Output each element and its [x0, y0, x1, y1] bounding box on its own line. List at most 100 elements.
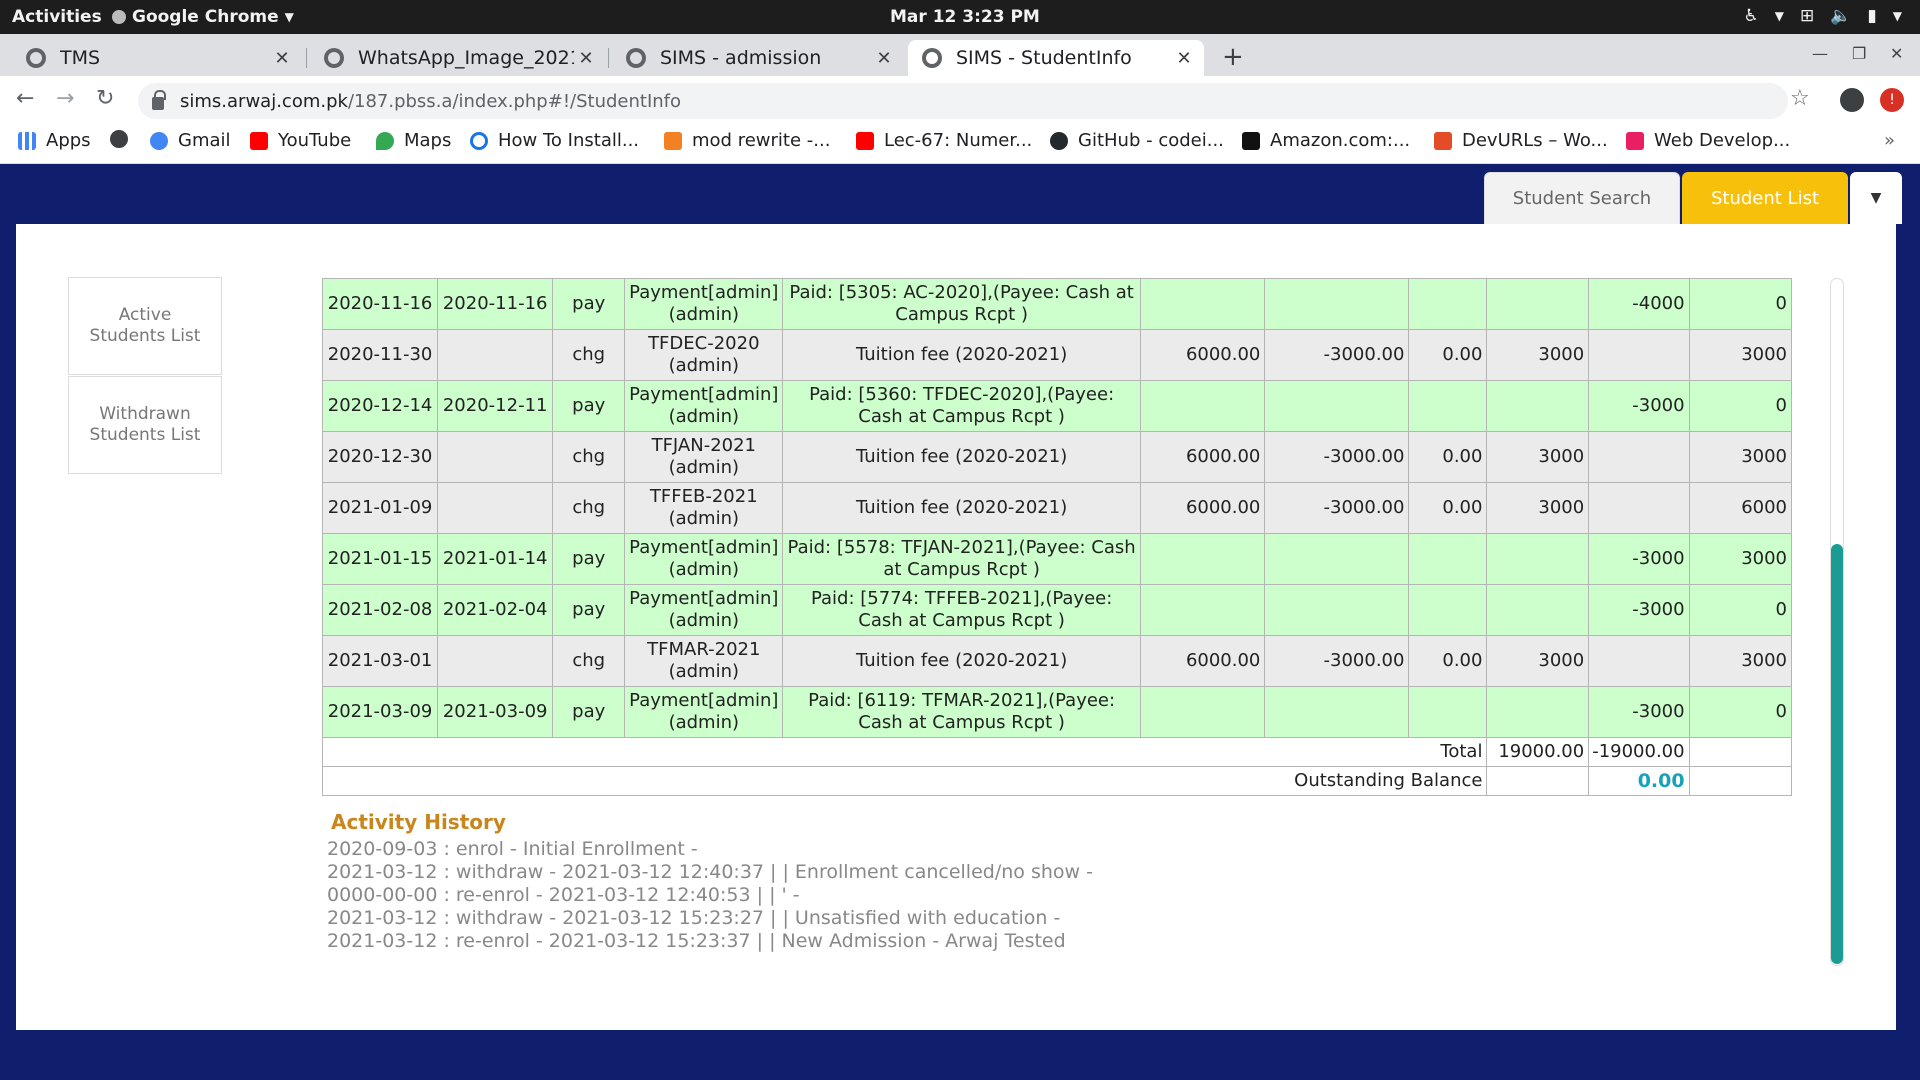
new-tab-button[interactable]: + — [1222, 42, 1244, 72]
bookmark-mod-rewrite[interactable]: mod rewrite -... — [664, 130, 830, 151]
chevron-down-icon: ▼ — [1774, 9, 1784, 23]
chevron-down-icon[interactable]: ▼ — [1850, 172, 1902, 224]
activity-item: 2021-03-12 : withdraw - 2021-03-12 15:23… — [327, 907, 1061, 929]
ledger-cell-adj: 0.00 — [1408, 431, 1488, 483]
address-bar[interactable]: sims.arwaj.com.pk/187.pbss.a/index.php#!… — [138, 83, 1788, 119]
tab-title: WhatsApp_Image_2021-0 — [358, 47, 574, 69]
close-icon[interactable]: ✕ — [574, 48, 598, 69]
bookmark-youtube[interactable]: YouTube — [250, 130, 351, 151]
restore-window-icon[interactable]: ❐ — [1852, 44, 1866, 63]
ledger-cell-net: 3000 — [1486, 329, 1590, 381]
bookmark-apps[interactable]: Apps — [18, 130, 91, 151]
youtube-icon — [856, 131, 874, 150]
app-menu[interactable]: Google Chrome ▼ — [112, 7, 294, 27]
bookmark-label: Lec-67: Numer... — [884, 130, 1033, 151]
ledger-cell-date: 2021-03-01 — [321, 635, 439, 687]
tab-whatsapp-image[interactable]: WhatsApp_Image_2021-0 ✕ — [310, 40, 606, 76]
tab-title: TMS — [60, 47, 101, 69]
ledger-row: 2020-12-30 chg TFJAN-2021 (admin) Tuition f… — [321, 431, 1793, 483]
url-path: /187.pbss.a/index.php#!/StudentInfo — [347, 90, 682, 112]
ledger-cell-adj — [1408, 278, 1488, 330]
ledger-cell-discount: -3000.00 — [1264, 329, 1410, 381]
ledger-cell-net — [1486, 686, 1590, 738]
minimize-window-icon[interactable]: — — [1812, 44, 1828, 63]
close-icon[interactable]: ✕ — [1172, 48, 1196, 69]
active-students-list-button[interactable]: Active Students List — [68, 277, 222, 375]
bookmark-lec-67[interactable]: Lec-67: Numer... — [856, 130, 1032, 151]
close-window-icon[interactable]: ✕ — [1890, 44, 1903, 63]
system-tray[interactable]: ♿ ▼ ⊞ 🔈 ▮ ▼ — [1744, 6, 1903, 26]
accessibility-icon[interactable]: ♿ — [1744, 6, 1759, 26]
ledger-cell-discount: -3000.00 — [1264, 635, 1410, 687]
ledger-cell-paid: -3000 — [1588, 584, 1690, 636]
ledger-cell-desc: Tuition fee (2020-2021) — [782, 482, 1141, 534]
bookmark-amazon[interactable]: Amazon.com:... — [1242, 130, 1410, 151]
top-navigation: Student Search Student List ▼ — [1484, 172, 1902, 224]
activity-item: 2021-03-12 : withdraw - 2021-03-12 12:40… — [327, 861, 1093, 883]
student-search-tab[interactable]: Student Search — [1484, 172, 1680, 224]
bookmark-maps[interactable]: Maps — [376, 130, 451, 151]
ledger-cell-paid: -3000 — [1588, 686, 1690, 738]
lock-icon[interactable] — [152, 89, 166, 110]
chrome-icon — [112, 10, 126, 24]
ledger-cell-date2: 2020-11-16 — [437, 278, 554, 330]
outstanding-spacer — [1486, 766, 1590, 796]
bookmark-label: Apps — [46, 130, 91, 151]
ledger-cell-date2 — [437, 329, 554, 381]
update-alert-icon[interactable]: ! — [1880, 88, 1904, 112]
activity-history-title: Activity History — [331, 810, 506, 834]
bookmark-how-to-install[interactable]: How To Install... — [470, 130, 639, 151]
student-list-tab[interactable]: Student List — [1682, 172, 1848, 224]
amazon-icon — [1242, 131, 1260, 150]
bookmark-devurls[interactable]: DevURLs – Wo... — [1434, 130, 1608, 151]
forward-icon[interactable]: → — [56, 86, 74, 111]
bookmark-github[interactable]: GitHub - codei... — [1050, 130, 1224, 151]
ledger-cell-net — [1486, 380, 1590, 432]
tab-sims-admission[interactable]: SIMS - admission ✕ — [612, 40, 904, 76]
bookmark-star-icon[interactable]: ☆ — [1790, 86, 1810, 111]
clock[interactable]: Mar 12 3:23 PM — [890, 7, 1040, 27]
tab-separator — [608, 48, 609, 68]
url-host: sims.arwaj.com.pk — [180, 90, 348, 112]
bookmark-label: Gmail — [178, 130, 231, 151]
ledger-cell-kind: pay — [552, 278, 626, 330]
ledger-cell-net: 3000 — [1486, 635, 1590, 687]
ledger-cell-net: 3000 — [1486, 482, 1590, 534]
bookmark-globe[interactable] — [110, 130, 128, 148]
ledger-cell-date: 2020-11-16 — [321, 278, 439, 330]
ledger-cell-kind: chg — [552, 635, 626, 687]
withdrawn-students-list-button[interactable]: Withdrawn Students List — [68, 376, 222, 474]
ledger-cell-balance: 3000 — [1688, 533, 1793, 585]
ledger-cell-ref: Payment[admin] (admin) — [624, 584, 784, 636]
activities-button[interactable]: Activities — [12, 7, 102, 27]
ledger-cell-kind: pay — [552, 533, 626, 585]
reload-icon[interactable]: ↻ — [96, 86, 114, 111]
total-charged: 19000.00 — [1486, 737, 1590, 767]
globe-icon — [922, 48, 942, 68]
bookmark-gmail[interactable]: Gmail — [150, 130, 231, 151]
outstanding-balance-label: Outstanding Balance — [321, 766, 1488, 796]
total-row: Total 19000.00 -19000.00 — [321, 737, 1793, 767]
ledger-cell-date: 2020-12-30 — [321, 431, 439, 483]
ledger-cell-paid — [1588, 482, 1690, 534]
scrollbar-thumb[interactable] — [1831, 544, 1843, 964]
close-icon[interactable]: ✕ — [872, 48, 896, 69]
ledger-cell-discount — [1264, 380, 1410, 432]
more-bookmarks-icon[interactable]: » — [1884, 130, 1895, 151]
close-icon[interactable]: ✕ — [270, 48, 294, 69]
ledger-cell-balance: 3000 — [1688, 329, 1793, 381]
tab-sims-studentinfo[interactable]: SIMS - StudentInfo ✕ — [908, 40, 1204, 76]
ledger-cell-balance: 0 — [1688, 686, 1793, 738]
profile-avatar-icon[interactable] — [1840, 88, 1864, 112]
outstanding-balance-row: Outstanding Balance 0.00 — [321, 766, 1793, 796]
total-spacer — [1688, 737, 1793, 767]
ledger-row: 2021-01-09 chg TFFEB-2021 (admin) Tuition f… — [321, 482, 1793, 534]
bookmark-web-develop[interactable]: Web Develop... — [1626, 130, 1790, 151]
back-icon[interactable]: ← — [16, 86, 34, 111]
ledger-cell-adj — [1408, 584, 1488, 636]
ledger-cell-kind: chg — [552, 482, 626, 534]
ledger-cell-paid — [1588, 329, 1690, 381]
tab-tms[interactable]: TMS ✕ — [12, 40, 302, 76]
ledger-cell-kind: chg — [552, 431, 626, 483]
ledger-cell-ref: Payment[admin] (admin) — [624, 278, 784, 330]
